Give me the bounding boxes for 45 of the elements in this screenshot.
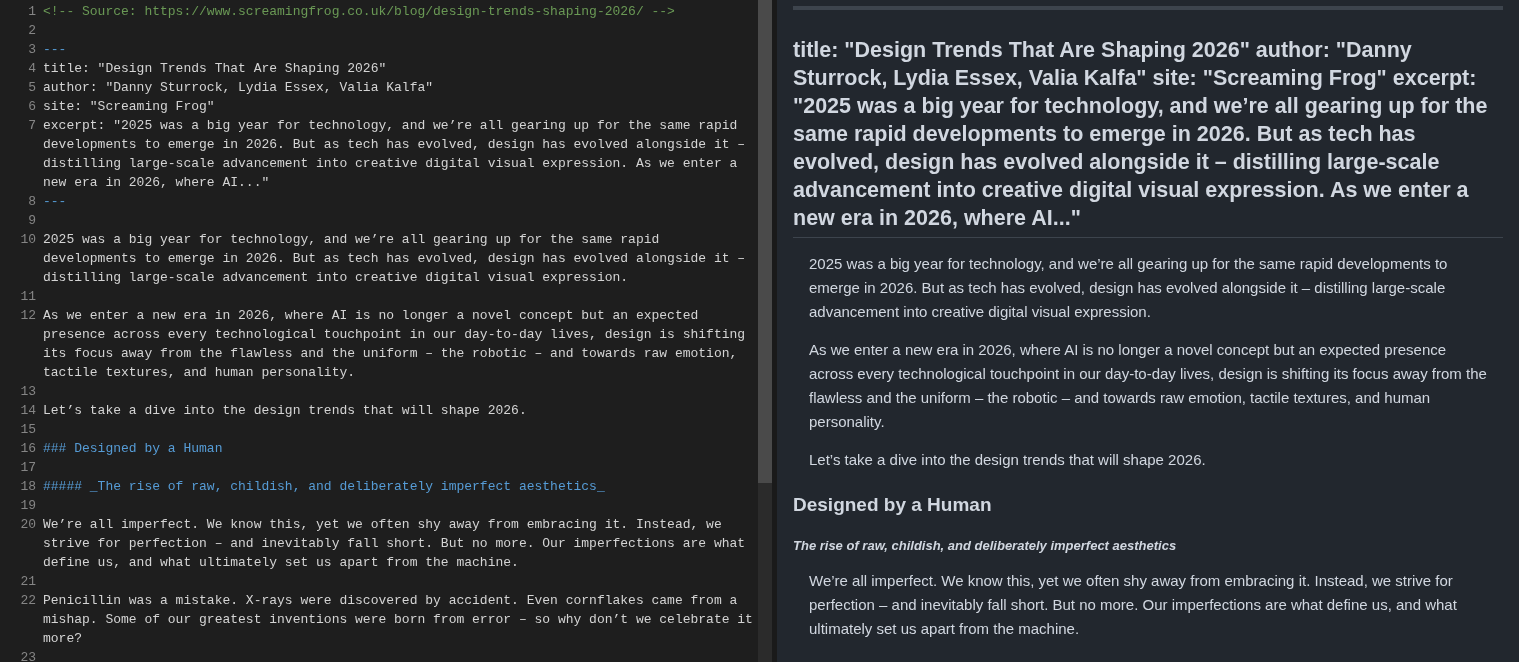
preview-paragraph: Let’s take a dive into the design trends that will shape 2026. (809, 450, 1207, 470)
line-number: 22 (19, 592, 37, 610)
code-line: Penicillin was a mistake. X-rays were discovered by accident. Even cornflakes came from a mishap. Some of our greatest inventions were born from error – so why don’t we celebrate it more? (43, 592, 754, 648)
code-line: 2025 was a big year for technology, and we’re all gearing up for the same rapid developments to emerge in 2026. But as tech has evolved, design has evolved alongside it – distilling large-scale advancement into creative digital visual expression. (43, 231, 747, 287)
line-number: 8 (27, 193, 37, 211)
line-number: 21 (19, 573, 37, 591)
code-line: As we enter a new era in 2026, where AI is no longer a novel concept but an expected presence across every technological touchpoint in our day-to-day lives, design is shifting its focus away from the flawless and the uniform – the robotic – and towards raw emotion, tactile textures, and human personality. (43, 307, 747, 382)
line-number: 1 (27, 3, 37, 21)
line-number: 19 (19, 497, 37, 515)
line-number: 4 (27, 60, 37, 78)
line-number: 15 (19, 421, 37, 439)
code-line: We’re all imperfect. We know this, yet we often shy away from embracing it. Instead, we strive for perfection – and inevitably fall short. But no more. Our imperfections are what define us, and what ultimately set us apart from the machine. (43, 516, 747, 572)
preview-heading: title: "Design Trends That Are Shaping 2026" author: "Danny Sturrock, Lydia Essex, Valia Kalfa" site: "Screaming Frog" excerpt: "2025 was a big year for technology, and we’re all gearing up for the same rapid developments to emerge in 2026. But as tech has evolved, design has evolved alongside it – distilling large-scale advancement into creative digital visual expression. As we enter a new era in 2026, where AI..." (793, 36, 1503, 238)
code-line: ### Designed by a Human (43, 440, 223, 458)
code-line: site: "Screaming Frog" (43, 98, 215, 116)
line-number: 3 (27, 41, 37, 59)
line-number: 6 (27, 98, 37, 116)
line-number: 18 (19, 478, 37, 496)
line-number: 17 (19, 459, 37, 477)
preview-paragraph: We’re all imperfect. We know this, yet we often shy away from embracing it. Instead, we strive for perfection – and inevitably fall short. But no more. Our imperfections are what define us, and what ultimately set us apart from the machine. (809, 571, 1458, 639)
preview-minor-heading: The rise of raw, childish, and deliberately imperfect aesthetics (793, 537, 1178, 555)
line-number: 9 (27, 212, 37, 230)
code-line: author: "Danny Sturrock, Lydia Essex, Valia Kalfa" (43, 79, 434, 97)
preview-paragraph: 2025 was a big year for technology, and we’re all gearing up for the same rapid developments to emerge in 2026. But as tech has evolved, design has evolved alongside it – distilling large-scale advancement into creative digital visual expression. (809, 254, 1449, 322)
line-number: 16 (19, 440, 37, 458)
code-line: --- (43, 41, 67, 59)
line-number: 10 (19, 231, 37, 249)
line-number: 7 (27, 117, 37, 135)
code-line: <!-- Source: https://www.screamingfrog.co.uk/blog/design-trends-shaping-2026/ --> (43, 3, 675, 21)
line-number: 14 (19, 402, 37, 420)
line-number: 20 (19, 516, 37, 534)
code-line: Let’s take a dive into the design trends that will shape 2026. (43, 402, 527, 420)
code-line: ##### _The rise of raw, childish, and deliberately imperfect aesthetics_ (43, 478, 605, 496)
code-line: title: "Design Trends That Are Shaping 2026" (43, 60, 387, 78)
line-number: 11 (19, 288, 37, 306)
preview-subheading: Designed by a Human (793, 493, 993, 517)
scrollbar-thumb[interactable] (758, 0, 772, 483)
line-number: 12 (19, 307, 37, 325)
code-line: excerpt: "2025 was a big year for technology, and we’re all gearing up for the same rapid developments to emerge in 2026. But as tech has evolved, design has evolved alongside it – distilling large-scale advancement into creative digital visual expression. As we enter a new era in 2026, where AI..." (43, 117, 747, 192)
line-number: 2 (27, 22, 37, 40)
code-line: --- (43, 193, 67, 211)
line-number: 23 (19, 649, 37, 662)
line-number: 5 (27, 79, 37, 97)
line-number: 13 (19, 383, 37, 401)
preview-paragraph: As we enter a new era in 2026, where AI is no longer a novel concept but an expected presence across every technological touchpoint in our day-to-day lives, design is shifting its focus away from the flawless and the uniform – the robotic – and towards raw emotion, tactile textures, and human personality. (809, 340, 1487, 432)
